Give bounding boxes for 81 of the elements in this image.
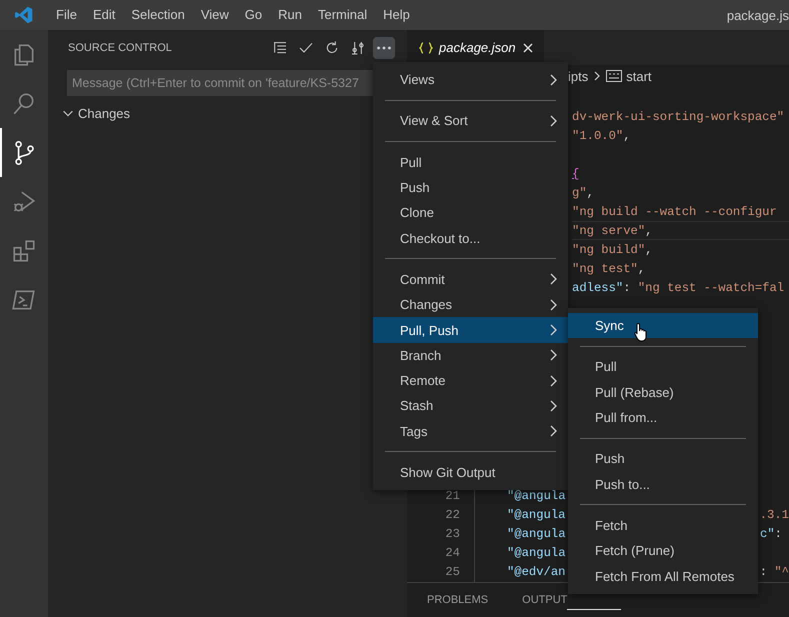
- menu-bar-item[interactable]: Selection: [123, 0, 193, 30]
- code-text: "@angula: [507, 527, 566, 541]
- menu-item[interactable]: Remote: [373, 368, 568, 394]
- close-icon[interactable]: [522, 42, 534, 54]
- code-line: "1.0.0",: [572, 128, 632, 145]
- chevron-right-icon: [548, 74, 558, 86]
- refresh-icon: [324, 40, 340, 56]
- menu-bar-item[interactable]: Edit: [84, 0, 124, 30]
- code-line: {: [572, 166, 580, 183]
- chevron-right-icon: [548, 425, 558, 438]
- menu-item[interactable]: Pull from...: [568, 404, 758, 430]
- breadcrumb-item[interactable]: ipts: [568, 68, 588, 84]
- code-line: dv-werk-ui-sorting-workspace": [572, 109, 786, 126]
- code-line: "ng build --watch --configur: [572, 204, 778, 221]
- menu-item[interactable]: Fetch From All Remotes: [568, 563, 758, 589]
- chevron-right-icon: [548, 374, 558, 387]
- string-symbol-icon: [606, 70, 622, 82]
- menu-item[interactable]: Commit: [373, 266, 568, 292]
- toolbar-button[interactable]: [373, 36, 395, 58]
- code-line: "ng test",: [572, 261, 646, 278]
- chevron-right-icon: [548, 349, 558, 362]
- menu-item[interactable]: Push to...: [568, 471, 758, 497]
- menu-item[interactable]: Clone: [373, 200, 568, 226]
- menu-item[interactable]: Sync: [568, 313, 758, 338]
- code-text: .3.1: [760, 507, 789, 524]
- menu-item[interactable]: Checkout to...: [373, 225, 568, 251]
- menu-item[interactable]: Show Git Output: [373, 460, 568, 486]
- menu-item[interactable]: Changes: [373, 292, 568, 318]
- panel-title: SOURCE CONTROL: [68, 42, 172, 54]
- menu-bar-item[interactable]: Terminal: [310, 0, 376, 30]
- list-tree-icon: [272, 40, 288, 56]
- menu-item[interactable]: Stash: [373, 393, 568, 419]
- menu-item[interactable]: Pull (Rebase): [568, 380, 758, 405]
- code-text: : "^: [760, 564, 789, 581]
- panel-tab[interactable]: PROBLEMS: [427, 594, 498, 606]
- chevron-right-icon: [548, 400, 558, 412]
- code-line: adless": "ng test --watch=fal: [572, 280, 786, 297]
- menu-item[interactable]: Branch: [373, 342, 568, 368]
- breadcrumb-item[interactable]: start: [626, 68, 652, 84]
- window-title: package.js: [726, 8, 789, 22]
- editor-tab[interactable]: package.json: [407, 30, 544, 65]
- menu-item[interactable]: Pull: [568, 354, 758, 380]
- line-number: 25: [407, 563, 475, 582]
- menu-bar-item[interactable]: Run: [270, 0, 310, 30]
- branch-compare-icon: [350, 40, 366, 56]
- chevron-right-icon: [548, 324, 558, 336]
- menu-bar-item[interactable]: View: [192, 0, 237, 30]
- menu-item[interactable]: Pull: [373, 150, 568, 175]
- menu-item[interactable]: Push: [568, 446, 758, 472]
- hand-cursor-icon: [634, 322, 648, 342]
- menu-item[interactable]: Fetch: [568, 512, 758, 538]
- braces-icon: [419, 42, 433, 54]
- code-text: "@angula: [507, 489, 566, 503]
- code-line: g",: [572, 185, 595, 202]
- code-text: "@angula: [506, 508, 566, 522]
- run-debug-icon[interactable]: [11, 188, 37, 214]
- line-number: 24: [407, 544, 475, 563]
- menu-item[interactable]: Tags: [373, 418, 568, 444]
- code-line: "ng serve",: [572, 221, 789, 240]
- panel-tab[interactable]: OUTPUT: [522, 594, 578, 606]
- chevron-right-icon: [548, 298, 558, 311]
- line-number: 22: [407, 506, 475, 525]
- line-number: 23: [407, 525, 475, 544]
- chevron-right-icon: [548, 273, 558, 286]
- extensions-icon[interactable]: [11, 238, 37, 264]
- menu-item[interactable]: Pull, Push: [373, 317, 568, 343]
- app-logo-icon[interactable]: [15, 6, 33, 24]
- menu-bar-item[interactable]: Go: [236, 0, 270, 30]
- code-text: "@angula: [507, 546, 566, 560]
- menu-item[interactable]: Fetch (Prune): [568, 538, 758, 564]
- more-actions-icon: [377, 46, 391, 50]
- code-text: c":: [760, 526, 782, 543]
- menu-bar-item[interactable]: File: [48, 0, 85, 30]
- chevron-right-icon: [548, 114, 558, 127]
- code-line: "ng build",: [572, 242, 654, 259]
- code-text: "@edv/an: [506, 565, 566, 579]
- chevron-right-icon: [592, 70, 602, 82]
- menu-item[interactable]: View & Sort: [373, 108, 568, 134]
- tree-group-label[interactable]: Changes: [78, 106, 130, 120]
- menu-bar-item[interactable]: Help: [375, 0, 418, 30]
- menu-item[interactable]: Push: [373, 174, 568, 200]
